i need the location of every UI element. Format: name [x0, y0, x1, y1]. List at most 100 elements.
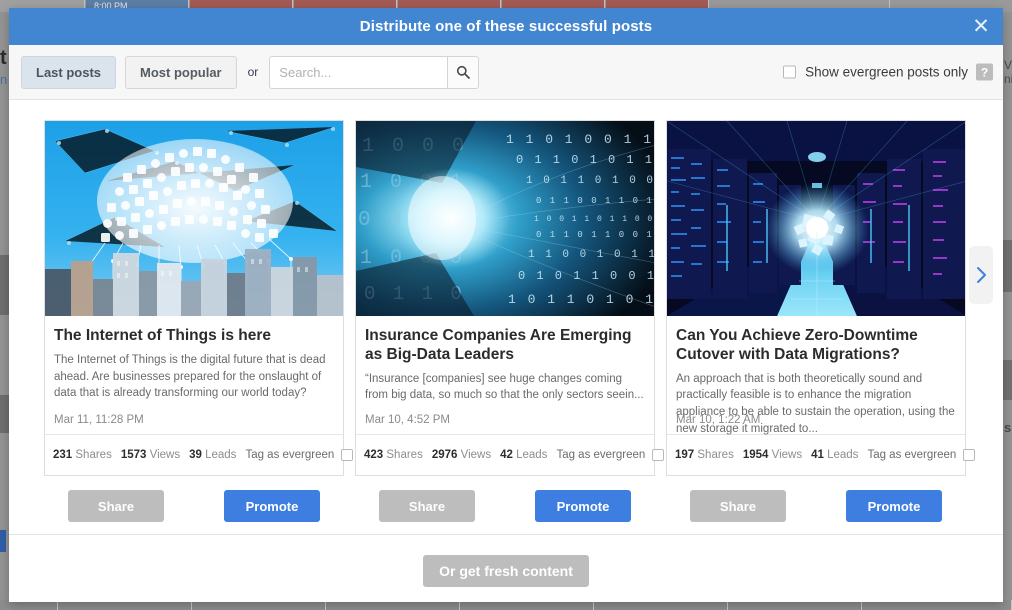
- views-stat: 2976 Views: [432, 449, 491, 461]
- search-button[interactable]: [447, 55, 480, 89]
- views-label: Views: [149, 449, 181, 461]
- post-card-footer: 423 Shares 2976 Views 42 Leads Tag as ev…: [356, 435, 665, 475]
- post-card-footer: 231 Shares 1573 Views 39 Leads Tag as ev…: [45, 435, 354, 475]
- binary-tunnel-illustration: 1 1 0 1 0 0 1 1 0 1 0 1 1 0 0 1 1 0 1 0 …: [356, 121, 654, 316]
- svg-text:0 1 0 1 1 0 0 1 1 0 1: 0 1 0 1 1 0 0 1 1 0 1: [518, 269, 654, 283]
- svg-text:1 1 0 1 0 0 1 1 0 1 0 1 1 0: 1 1 0 1 0 0 1 1 0 1 0 1 1 0: [506, 132, 654, 147]
- carousel-next-button[interactable]: [969, 246, 993, 304]
- server-room-illustration: [667, 121, 965, 316]
- background-right-rail: [1003, 12, 1012, 610]
- promote-button[interactable]: Promote: [224, 490, 320, 522]
- post-title: Insurance Companies Are Emerging as Big-…: [365, 327, 632, 363]
- svg-text:1 0 1 1 0 1 0 1 0 0 1 1: 1 0 1 1 0 1 0 1 0 0 1 1: [508, 292, 654, 307]
- toolbar: Last posts Most popular or Show evergree…: [9, 45, 1003, 100]
- post-card-body: Can You Achieve Zero-Downtime Cutover wi…: [667, 316, 965, 435]
- post-card-column: 1 1 0 1 0 0 1 1 0 1 0 1 1 0 0 1 1 0 1 0 …: [355, 120, 665, 476]
- search-icon: [457, 65, 471, 79]
- modal-header: Distribute one of these successful posts…: [9, 8, 1003, 45]
- shares-stat: 197 Shares: [675, 449, 734, 461]
- views-count: 2976: [431, 449, 458, 461]
- get-fresh-content-button[interactable]: Or get fresh content: [423, 555, 589, 587]
- show-evergreen-checkbox[interactable]: [783, 65, 797, 79]
- background-ghost-text: ni: [1004, 72, 1012, 86]
- card-actions: Share Promote: [44, 490, 344, 522]
- post-card-footer: 197 Shares 1954 Views 41 Leads Tag as ev…: [667, 435, 976, 475]
- post-date: Mar 11, 11:28 PM: [54, 414, 144, 426]
- distribute-posts-modal: Distribute one of these successful posts…: [9, 8, 1003, 602]
- help-icon[interactable]: ?: [976, 63, 993, 81]
- modal-footer: Or get fresh content: [9, 535, 1003, 587]
- shares-count: 231: [53, 449, 73, 461]
- promote-button[interactable]: Promote: [846, 490, 942, 522]
- search-group: [269, 55, 480, 89]
- leads-count: 39: [189, 449, 202, 461]
- background-accent-block: [0, 530, 6, 552]
- views-label: Views: [771, 449, 803, 461]
- show-evergreen-group: Show evergreen posts only ?: [783, 63, 993, 81]
- page-title: Distribute one of these successful posts: [359, 18, 653, 35]
- background-ghost-text: s: [1004, 420, 1012, 435]
- or-label: or: [247, 65, 259, 79]
- shares-stat: 231 Shares: [53, 449, 112, 461]
- data-center-server-room-image: [667, 121, 965, 316]
- post-card-column: The Internet of Things is here The Inter…: [44, 120, 354, 476]
- post-card[interactable]: The Internet of Things is here The Inter…: [44, 120, 354, 476]
- post-excerpt: “Insurance [companies] see huge changes …: [365, 372, 644, 402]
- posts-carousel: The Internet of Things is here The Inter…: [9, 100, 1003, 522]
- iot-cloud-city-illustration: [45, 121, 343, 316]
- background-ghost-text: V: [1004, 58, 1012, 72]
- post-card[interactable]: Can You Achieve Zero-Downtime Cutover wi…: [666, 120, 976, 476]
- svg-text:1 0 0 1 1 0 1 1 0 0 1 0: 1 0 0 1 1 0 1 1 0 0 1 0: [534, 215, 654, 224]
- promote-button[interactable]: Promote: [535, 490, 631, 522]
- background-ghost-text: t: [0, 47, 7, 69]
- leads-count: 41: [811, 449, 824, 461]
- iot-cloud-city-image: [45, 121, 343, 316]
- background-accent-block: [1003, 240, 1012, 292]
- shares-label: Shares: [697, 449, 734, 461]
- background-accent-block: [1003, 360, 1012, 400]
- background-accent-block: [0, 395, 9, 433]
- leads-label: Leads: [827, 449, 859, 461]
- post-date: Mar 10, 1:22 AM: [676, 414, 761, 426]
- shares-count: 423: [364, 449, 384, 461]
- post-title: The Internet of Things is here: [54, 327, 272, 344]
- svg-text:0 1 1 0 1 0 1 1 0 0 1 0 1: 0 1 1 0 1 0 1 1 0 0 1 0 1: [516, 153, 654, 167]
- shares-stat: 423 Shares: [364, 449, 423, 461]
- post-date: Mar 10, 4:52 PM: [365, 414, 451, 426]
- show-evergreen-label: Show evergreen posts only: [805, 64, 968, 80]
- share-button[interactable]: Share: [690, 490, 786, 522]
- tag-evergreen-group: Tag as evergreen: [245, 449, 354, 461]
- views-label: Views: [460, 449, 492, 461]
- leads-label: Leads: [516, 449, 548, 461]
- share-button[interactable]: Share: [379, 490, 475, 522]
- close-icon[interactable]: ✕: [969, 15, 993, 39]
- card-actions: Share Promote: [666, 490, 966, 522]
- tag-evergreen-checkbox[interactable]: [963, 449, 976, 461]
- search-input[interactable]: [269, 55, 448, 89]
- background-accent-block: [0, 255, 9, 315]
- post-card-column: Can You Achieve Zero-Downtime Cutover wi…: [666, 120, 976, 476]
- card-actions-row: Share Promote Share Promote Share Promot…: [9, 490, 1003, 522]
- tag-evergreen-checkbox[interactable]: [652, 449, 665, 461]
- most-popular-button[interactable]: Most popular: [125, 55, 237, 89]
- post-card[interactable]: 1 1 0 1 0 0 1 1 0 1 0 1 1 0 0 1 1 0 1 0 …: [355, 120, 665, 476]
- tag-evergreen-label: Tag as evergreen: [245, 449, 335, 461]
- post-card-body: The Internet of Things is here The Inter…: [45, 316, 343, 435]
- tag-evergreen-checkbox[interactable]: [341, 449, 354, 461]
- tag-evergreen-label: Tag as evergreen: [867, 449, 957, 461]
- shares-count: 197: [675, 449, 695, 461]
- post-title: Can You Achieve Zero-Downtime Cutover wi…: [676, 327, 918, 363]
- post-excerpt: An approach that is both theoretically s…: [676, 372, 955, 435]
- tag-evergreen-label: Tag as evergreen: [556, 449, 646, 461]
- binary-data-tunnel-image: 1 1 0 1 0 0 1 1 0 1 0 1 1 0 0 1 1 0 1 0 …: [356, 121, 654, 316]
- leads-count: 42: [500, 449, 513, 461]
- leads-label: Leads: [205, 449, 237, 461]
- tag-evergreen-group: Tag as evergreen: [556, 449, 665, 461]
- last-posts-button[interactable]: Last posts: [21, 55, 117, 89]
- leads-stat: 41 Leads: [811, 449, 858, 461]
- share-button[interactable]: Share: [68, 490, 164, 522]
- posts-card-list: The Internet of Things is here The Inter…: [9, 120, 1003, 476]
- shares-label: Shares: [75, 449, 112, 461]
- tag-evergreen-group: Tag as evergreen: [867, 449, 976, 461]
- chevron-right-icon: [976, 267, 986, 283]
